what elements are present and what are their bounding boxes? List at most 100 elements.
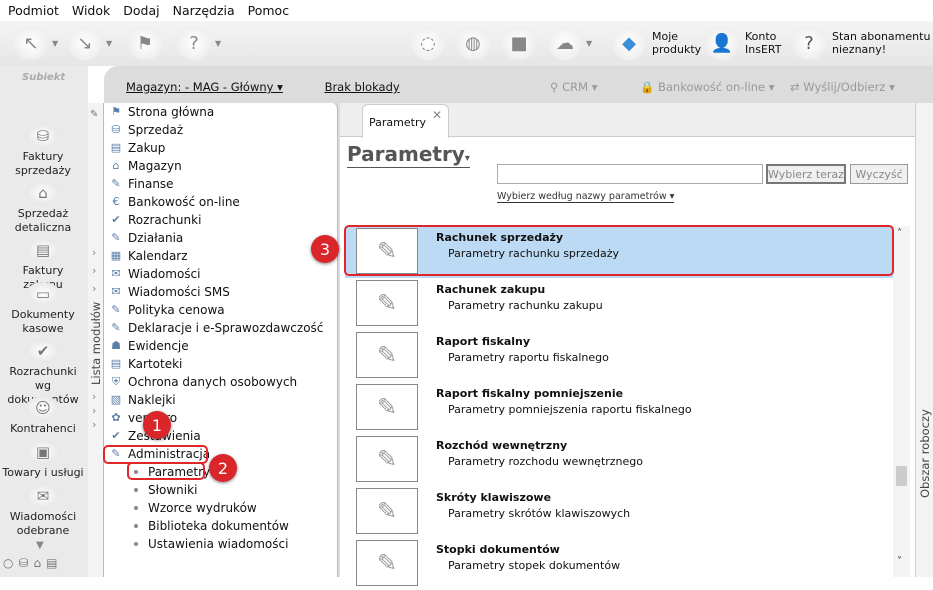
module-item[interactable]: ⛨ Ochrona danych osobowych [108, 373, 297, 391]
module-item[interactable]: ⚑ Strona główna [108, 103, 214, 121]
param-row[interactable]: ✎ Stopki dokumentów Parametry stopek dokum… [345, 538, 893, 590]
chevron-down-icon[interactable]: ▼ [106, 39, 112, 48]
wyslij-odbierz-button[interactable]: ⇄ Wyślij/Odbierz ▾ [790, 80, 895, 94]
wyczysc-button[interactable]: Wyczyść [850, 164, 908, 184]
user-icon[interactable]: 👤 [705, 26, 739, 60]
konto-insert-button[interactable]: Konto InsERT [745, 30, 785, 56]
sidebar-towary[interactable]: ▣ Towary i usługi [2, 440, 84, 480]
module-label: Zakup [128, 141, 166, 155]
scrollbar[interactable]: ˄ ˅ [893, 226, 910, 577]
admin-subitem[interactable]: Biblioteka dokumentów [134, 517, 289, 535]
help-icon[interactable]: ? [177, 26, 211, 60]
sidebar-sprzedaz-detaliczna[interactable]: ⌂ Sprzedaż detaliczna [2, 181, 84, 235]
moje-produkty-button[interactable]: Moje produkty [652, 30, 702, 56]
module-icon: ✎ [111, 303, 121, 316]
module-item[interactable]: ☗ Ewidencje [108, 337, 189, 355]
module-item[interactable]: ▤ Kartoteki [108, 355, 183, 373]
box-icon[interactable]: ■ [502, 26, 536, 60]
scroll-up-icon[interactable]: ˄ [897, 228, 902, 239]
document-edit-icon: ✎ [356, 280, 418, 326]
sidebar-mini-icons[interactable]: ○⛁⌂▤ [3, 556, 62, 570]
module-item[interactable]: ✎ Działania [108, 229, 183, 247]
scroll-down-icon[interactable]: ˅ [897, 556, 902, 567]
module-item[interactable]: ✉ Wiadomości [108, 265, 200, 283]
workspace-strip[interactable]: Obszar roboczy [915, 103, 933, 577]
chevron-down-icon[interactable]: ▼ [215, 39, 221, 48]
pin-icon[interactable]: ✎ [90, 109, 98, 120]
menu-podmiot[interactable]: Podmiot [8, 3, 59, 18]
chevron-right-icon[interactable]: › [92, 246, 96, 259]
sidebar-faktury-sprzedazy[interactable]: ⛁ Faktury sprzedaży [2, 124, 84, 178]
module-label: Kalendarz [128, 249, 188, 263]
param-row[interactable]: ✎ Raport fiskalny pomniejszenie Parametry … [345, 382, 893, 434]
module-item[interactable]: € Bankowość on-line [108, 193, 240, 211]
module-icon: ✎ [111, 177, 121, 190]
search-input[interactable] [497, 164, 763, 184]
param-row[interactable]: ✎ Rachunek zakupu Parametry rachunku zakup… [345, 278, 893, 330]
module-label: Kartoteki [128, 357, 183, 371]
page-title[interactable]: Parametry▾ [347, 142, 470, 168]
cursor-icon[interactable]: ↖ [14, 26, 48, 60]
magazyn-selector[interactable]: Magazyn: - MAG - Główny ▾ [126, 80, 283, 94]
module-label: Ochrona danych osobowych [128, 375, 298, 389]
modules-strip[interactable]: ✎ Lista modułów [88, 103, 104, 577]
tab-parametry[interactable]: Parametry ✕ [362, 104, 449, 138]
module-item[interactable]: ✎ Finanse [108, 175, 173, 193]
module-icon: ⛁ [111, 123, 121, 136]
envelope-icon: ✉ [26, 484, 60, 508]
menu-widok[interactable]: Widok [72, 3, 110, 18]
menu-narzedzia[interactable]: Narzędzia [173, 3, 235, 18]
blokada-link[interactable]: Brak blokady [325, 80, 400, 94]
sidebar-kontrahenci[interactable]: ☺ Kontrahenci [2, 396, 84, 436]
module-label: Naklejki [128, 393, 176, 407]
menu-pomoc[interactable]: Pomoc [248, 3, 289, 18]
abonament-status[interactable]: Stan abonamentu nieznany! [832, 30, 932, 56]
select-by-name-dropdown[interactable]: Wybierz według nazwy parametrów ▾ [497, 191, 675, 203]
module-item[interactable]: ✉ Wiadomości SMS [108, 283, 229, 301]
admin-subitem[interactable]: Słowniki [134, 481, 197, 499]
crm-button[interactable]: ⚲ CRM ▾ [550, 80, 597, 94]
chevron-right-icon[interactable]: › [92, 264, 96, 277]
param-subtitle: Parametry stopek dokumentów [448, 559, 621, 572]
sidebar-dokumenty-kasowe[interactable]: ▭ Dokumenty kasowe [2, 282, 84, 336]
module-icon: ⌂ [112, 159, 120, 172]
admin-subitem[interactable]: Ustawienia wiadomości [134, 535, 288, 553]
module-item[interactable]: ▦ Kalendarz [108, 247, 188, 265]
module-item[interactable]: ✎ Polityka cenowa [108, 301, 224, 319]
chevron-right-icon[interactable]: › [92, 390, 96, 403]
chevron-right-icon[interactable]: › [92, 418, 96, 431]
shield-icon[interactable]: ? [792, 26, 826, 60]
module-icon: ✿ [111, 411, 121, 424]
sidebar-wiadomosci[interactable]: ✉ Wiadomości odebrane [2, 484, 84, 538]
products-icon[interactable]: ◆ [612, 26, 646, 60]
param-row[interactable]: ✎ Rozchód wewnętrzny Parametry rozchodu we… [345, 434, 893, 486]
scroll-thumb[interactable] [896, 466, 907, 486]
admin-subitem[interactable]: Wzorce wydruków [134, 499, 257, 517]
loading-icon[interactable]: ◌ [411, 26, 445, 60]
param-row[interactable]: ✎ Skróty klawiszowe Parametry skrótów klaw… [345, 486, 893, 538]
module-item[interactable]: ⛁ Sprzedaż [108, 121, 183, 139]
module-item[interactable]: ✎ Deklaracje i e-Sprawozdawczość [108, 319, 323, 337]
chevron-right-icon[interactable]: › [92, 282, 96, 295]
arrow-icon[interactable]: ↘ [68, 26, 102, 60]
flag-icon[interactable]: ⚑ [128, 26, 162, 60]
module-item[interactable]: ▤ Zakup [108, 139, 166, 157]
chevron-down-icon[interactable]: ▼ [586, 39, 592, 48]
bullet-icon [134, 506, 138, 510]
document-edit-icon: ✎ [356, 488, 418, 534]
menu-dodaj[interactable]: Dodaj [123, 3, 159, 18]
close-icon[interactable]: ✕ [432, 108, 442, 122]
module-item[interactable]: ▧ Naklejki [108, 391, 176, 409]
bankowosc-button[interactable]: 🔒 Bankowość on-line ▾ [640, 80, 775, 94]
scroll-down-icon[interactable]: ▼ [36, 540, 44, 551]
module-item[interactable]: ✔ Rozrachunki [108, 211, 201, 229]
chevron-right-icon[interactable]: › [92, 404, 96, 417]
module-item[interactable]: ⌂ Magazyn [108, 157, 182, 175]
highlight-parametry [127, 462, 205, 480]
cloud-icon[interactable]: ☁ [548, 26, 582, 60]
wybierz-teraz-button[interactable]: Wybierz teraz [766, 164, 846, 184]
basket-icon: ⌂ [26, 181, 60, 205]
globe-icon[interactable]: ◍ [456, 26, 490, 60]
chevron-down-icon[interactable]: ▼ [52, 39, 58, 48]
param-row[interactable]: ✎ Raport fiskalny Parametry raportu fiskal… [345, 330, 893, 382]
